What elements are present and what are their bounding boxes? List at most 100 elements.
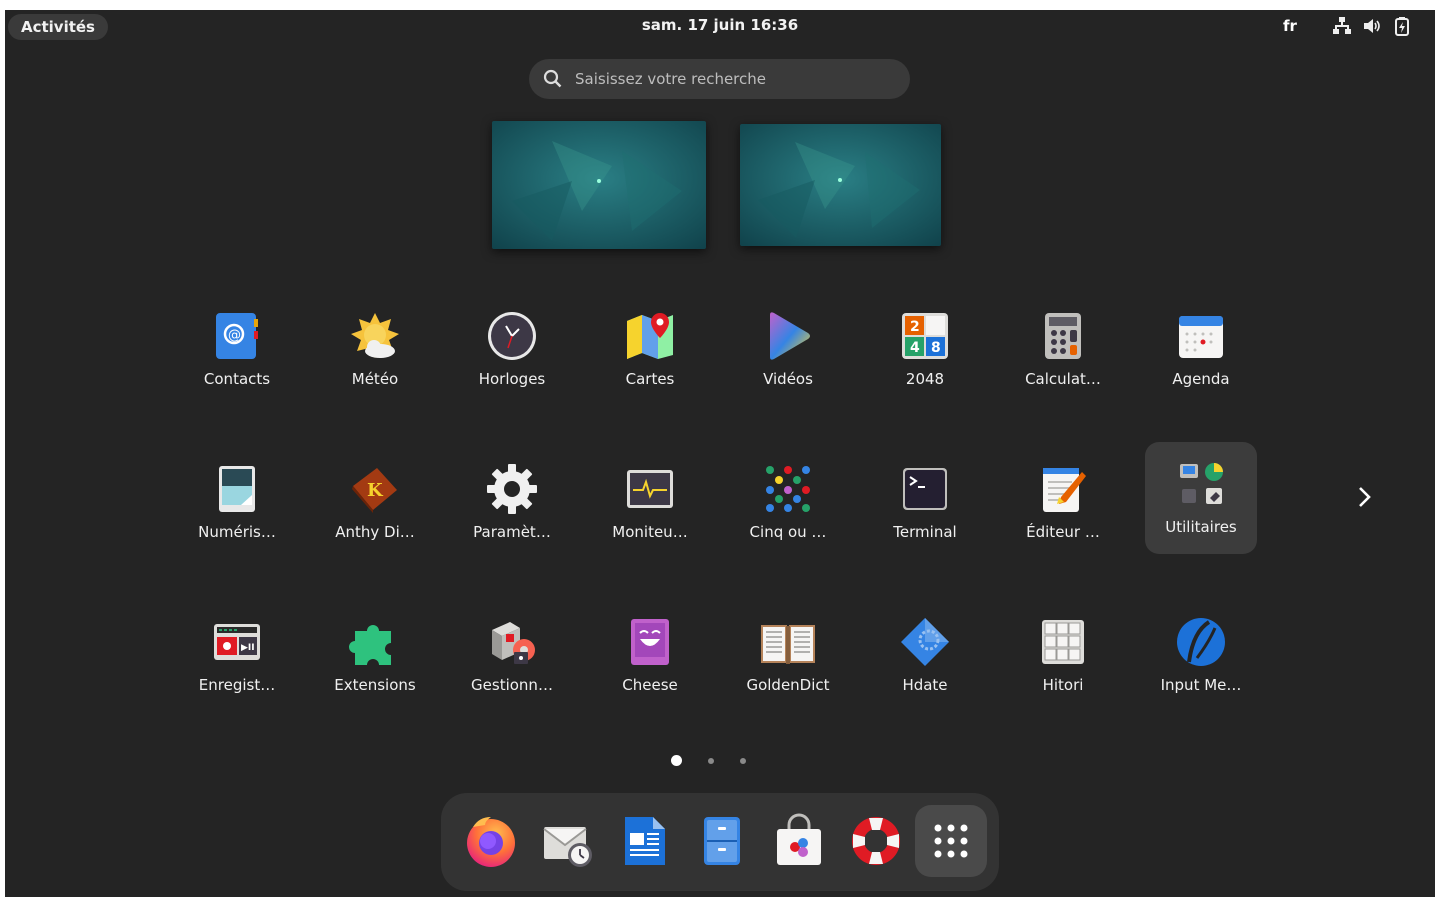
app-label: GoldenDict (746, 676, 830, 694)
calendar-icon (1173, 308, 1229, 364)
search-icon (543, 69, 562, 88)
app-2048[interactable]: 2 48 2048 (869, 294, 981, 406)
app-calendar[interactable]: Agenda (1145, 294, 1257, 406)
software-store-icon (777, 813, 821, 865)
app-label: Cheese (622, 676, 678, 694)
app-label: Vidéos (763, 370, 813, 388)
app-label: Calculat… (1025, 370, 1101, 388)
app-package-manager[interactable]: Gestionn… (456, 600, 568, 712)
input-method-icon (1173, 614, 1229, 670)
evolution-mail-icon (543, 827, 592, 867)
files-cabinet-icon (704, 817, 740, 865)
app-contacts[interactable]: @ Contacts (181, 294, 293, 406)
app-label: Terminal (893, 523, 957, 541)
scanner-icon (209, 461, 265, 517)
dock (441, 793, 999, 891)
language-indicator[interactable]: fr (1283, 17, 1297, 35)
dock-firefox[interactable] (455, 805, 527, 877)
svg-text:@: @ (228, 328, 241, 343)
utilities-folder-icon (1173, 456, 1229, 512)
app-calculator[interactable]: Calculat… (1007, 294, 1119, 406)
svg-text:K: K (367, 480, 384, 501)
app-extensions[interactable]: Extensions (319, 600, 431, 712)
search-input[interactable] (573, 69, 877, 89)
dock-software[interactable] (763, 805, 835, 877)
app-label: Anthy Di… (335, 523, 415, 541)
app-maps[interactable]: Cartes (594, 294, 706, 406)
app-label: Extensions (334, 676, 416, 694)
settings-gear-icon (484, 461, 540, 517)
show-apps-grid-icon (934, 824, 968, 858)
app-clocks[interactable]: Horloges (456, 294, 568, 406)
app-label: Horloges (478, 370, 546, 388)
app-system-monitor[interactable]: Moniteu… (594, 447, 706, 559)
cheese-camera-icon (622, 614, 678, 670)
app-label: Hdate (902, 676, 948, 694)
show-apps-button[interactable] (915, 805, 987, 877)
svg-text:8: 8 (931, 340, 941, 356)
app-recorder[interactable]: ▶II Enregist… (181, 600, 293, 712)
volume-icon (1362, 16, 1382, 36)
app-label: Cartes (625, 370, 675, 388)
page-dot-2[interactable] (708, 757, 714, 764)
five-or-more-icon (760, 461, 816, 517)
system-tray[interactable] (1332, 16, 1412, 36)
page-dot-1[interactable] (671, 755, 682, 766)
hdate-icon (897, 614, 953, 670)
app-label: Utilitaires (1165, 518, 1237, 536)
app-five-or-more[interactable]: Cinq ou … (732, 447, 844, 559)
svg-text:4: 4 (910, 340, 920, 356)
workspace-thumbnail-1[interactable] (492, 121, 706, 249)
package-manager-icon (484, 614, 540, 670)
app-label: Agenda (1172, 370, 1230, 388)
search-bar[interactable] (529, 59, 910, 99)
app-hitori[interactable]: Hitori (1007, 600, 1119, 712)
dock-writer[interactable] (609, 805, 681, 877)
weather-icon (347, 308, 403, 364)
app-scanner[interactable]: Numéris… (181, 447, 293, 559)
clock-icon (484, 308, 540, 364)
firefox-icon (467, 817, 515, 867)
app-videos[interactable]: Vidéos (732, 294, 844, 406)
clock[interactable]: sam. 17 juin 16:36 (5, 16, 1435, 34)
text-editor-icon (1035, 461, 1091, 517)
app-input-method[interactable]: Input Me… (1145, 600, 1257, 712)
app-goldendict[interactable]: GoldenDict (732, 600, 844, 712)
app-label: Hitori (1042, 676, 1084, 694)
page-indicator (671, 755, 746, 766)
system-monitor-icon (622, 461, 678, 517)
maps-icon (622, 308, 678, 364)
app-hdate[interactable]: Hdate (869, 600, 981, 712)
terminal-icon (897, 461, 953, 517)
dock-files[interactable] (686, 805, 758, 877)
dock-help[interactable] (840, 805, 912, 877)
svg-text:2: 2 (910, 319, 920, 335)
battery-icon (1392, 16, 1412, 36)
workspace-thumbnail-2[interactable] (740, 124, 941, 246)
app-label: Gestionn… (471, 676, 553, 694)
app-label: Enregist… (198, 676, 276, 694)
next-page-chevron-icon[interactable] (1354, 482, 1374, 512)
game-2048-icon: 2 48 (897, 308, 953, 364)
hitori-icon (1035, 614, 1091, 670)
extensions-puzzle-icon (347, 614, 403, 670)
app-settings[interactable]: Paramèt… (456, 447, 568, 559)
app-text-editor[interactable]: Éditeur … (1007, 447, 1119, 559)
page-dot-3[interactable] (740, 757, 746, 764)
dock-evolution[interactable] (532, 805, 604, 877)
app-anthy-dictionary[interactable]: K Anthy Di… (319, 447, 431, 559)
desktop-overview: Activités sam. 17 juin 16:36 fr Saisisse… (5, 10, 1435, 897)
app-cheese[interactable]: Cheese (594, 600, 706, 712)
svg-text:▶II: ▶II (241, 643, 255, 653)
app-label: Cinq ou … (749, 523, 827, 541)
app-label: Moniteu… (612, 523, 688, 541)
app-folder-utilities[interactable]: Utilitaires (1145, 442, 1257, 554)
calculator-icon (1035, 308, 1091, 364)
goldendict-book-icon (760, 614, 816, 670)
app-label: Input Me… (1160, 676, 1242, 694)
app-terminal[interactable]: Terminal (869, 447, 981, 559)
app-label: Paramèt… (473, 523, 551, 541)
app-weather[interactable]: Météo (319, 294, 431, 406)
app-label: Éditeur … (1026, 523, 1100, 541)
videos-icon (760, 308, 816, 364)
